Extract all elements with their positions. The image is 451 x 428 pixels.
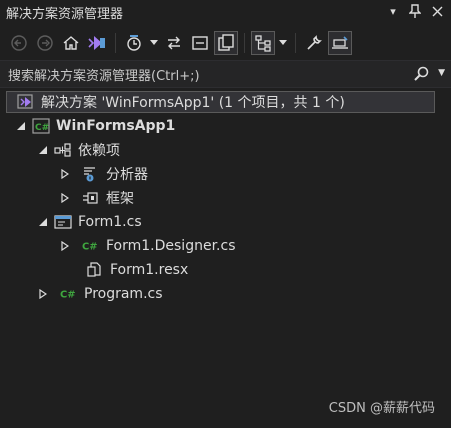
collapsed-arrow-icon[interactable]	[36, 289, 50, 299]
tree-item-project[interactable]: C# WinFormsApp1	[14, 115, 175, 137]
expanded-arrow-icon[interactable]	[36, 217, 50, 227]
home-icon	[63, 36, 79, 50]
csharp-project-icon: C#	[32, 118, 50, 134]
forward-button[interactable]	[34, 32, 56, 54]
tree-item-program[interactable]: C# Program.cs	[36, 283, 163, 305]
search-icon	[414, 66, 429, 81]
collapsed-arrow-icon[interactable]	[58, 193, 72, 203]
filter-dropdown-button[interactable]	[149, 32, 159, 54]
home-button[interactable]	[60, 32, 82, 54]
settings-card-icon	[332, 36, 348, 49]
svg-text:C#: C#	[82, 242, 98, 253]
expanded-arrow-icon[interactable]	[14, 121, 28, 131]
pending-changes-filter-button[interactable]	[123, 32, 145, 54]
collapsed-arrow-icon[interactable]	[58, 241, 72, 251]
window-title: 解决方案资源管理器	[6, 6, 124, 22]
close-button[interactable]	[429, 3, 445, 19]
toolbar-separator	[115, 33, 116, 53]
tree-item-label: Form1.cs	[78, 214, 142, 230]
chevron-down-icon	[279, 40, 287, 45]
wrench-icon	[307, 35, 322, 50]
tree-item-label: 依赖项	[78, 143, 120, 159]
show-all-files-icon	[218, 34, 234, 51]
pin-button[interactable]	[407, 3, 423, 19]
window-dropdown-button[interactable]: ▾	[385, 3, 401, 19]
chevron-down-icon	[150, 40, 158, 45]
visual-studio-icon	[88, 36, 105, 50]
svg-text:C#: C#	[35, 123, 49, 133]
vertical-scrollbar[interactable]	[437, 88, 451, 428]
toolbar-separator	[295, 33, 296, 53]
tree-item-form1-resx[interactable]: Form1.resx	[76, 259, 188, 281]
toolbar	[0, 26, 451, 60]
resource-file-icon	[86, 262, 104, 278]
tree-item-form1-designer[interactable]: C# Form1.Designer.cs	[58, 235, 236, 257]
dependencies-icon	[54, 142, 72, 158]
expanded-arrow-icon[interactable]	[36, 145, 50, 155]
search-box[interactable]: 搜索解决方案资源管理器(Ctrl+;) ▼	[0, 60, 451, 88]
view-dropdown-button[interactable]	[278, 32, 288, 54]
properties-button[interactable]	[303, 32, 325, 54]
svg-text:C#: C#	[60, 290, 76, 301]
forward-icon	[37, 35, 53, 51]
show-all-settings-button[interactable]	[328, 31, 352, 55]
analyzer-icon	[82, 166, 100, 182]
tree-item-analyzers[interactable]: 分析器	[58, 163, 148, 185]
watermark: CSDN @薪薪代码	[328, 401, 435, 416]
sync-with-active-document-button[interactable]	[163, 32, 185, 54]
title-bar: 解决方案资源管理器 ▾	[0, 0, 451, 24]
csharp-file-icon: C#	[82, 238, 100, 254]
tree-item-label: WinFormsApp1	[56, 118, 176, 134]
tree-item-form1[interactable]: Form1.cs	[36, 211, 142, 233]
form-icon	[54, 214, 72, 230]
csharp-file-icon: C#	[60, 286, 78, 302]
tree-item-solution[interactable]: 解决方案 'WinFormsApp1' (1 个项目，共 1 个)	[6, 91, 435, 113]
framework-icon	[82, 190, 100, 206]
hierarchy-icon	[255, 35, 271, 52]
switch-views-button[interactable]	[86, 32, 108, 54]
close-icon	[432, 6, 442, 16]
tree-item-frameworks[interactable]: 框架	[58, 187, 134, 209]
tree-item-label: 解决方案 'WinFormsApp1' (1 个项目，共 1 个)	[41, 95, 345, 111]
clock-filter-icon	[127, 35, 141, 51]
search-button[interactable]	[413, 66, 429, 82]
preview-selected-items-button[interactable]	[251, 31, 275, 55]
solution-icon	[17, 94, 35, 110]
tree-item-label: 分析器	[106, 167, 148, 183]
back-icon	[11, 35, 27, 51]
collapse-icon	[192, 36, 208, 50]
pin-icon	[409, 4, 421, 18]
collapse-all-button[interactable]	[189, 32, 211, 54]
collapsed-arrow-icon[interactable]	[58, 169, 72, 179]
tree-item-label: Form1.Designer.cs	[106, 238, 236, 254]
tree-item-label: Program.cs	[84, 286, 163, 302]
show-all-files-button[interactable]	[214, 31, 238, 55]
tree-item-label: 框架	[106, 191, 134, 207]
sync-arrows-icon	[168, 36, 180, 50]
back-button[interactable]	[8, 32, 30, 54]
toolbar-separator	[244, 33, 245, 53]
tree-item-label: Form1.resx	[110, 262, 189, 278]
search-input[interactable]: 搜索解决方案资源管理器(Ctrl+;)	[8, 65, 413, 84]
tree-item-dependencies[interactable]: 依赖项	[36, 139, 120, 161]
search-options-dropdown[interactable]: ▼	[438, 68, 445, 78]
